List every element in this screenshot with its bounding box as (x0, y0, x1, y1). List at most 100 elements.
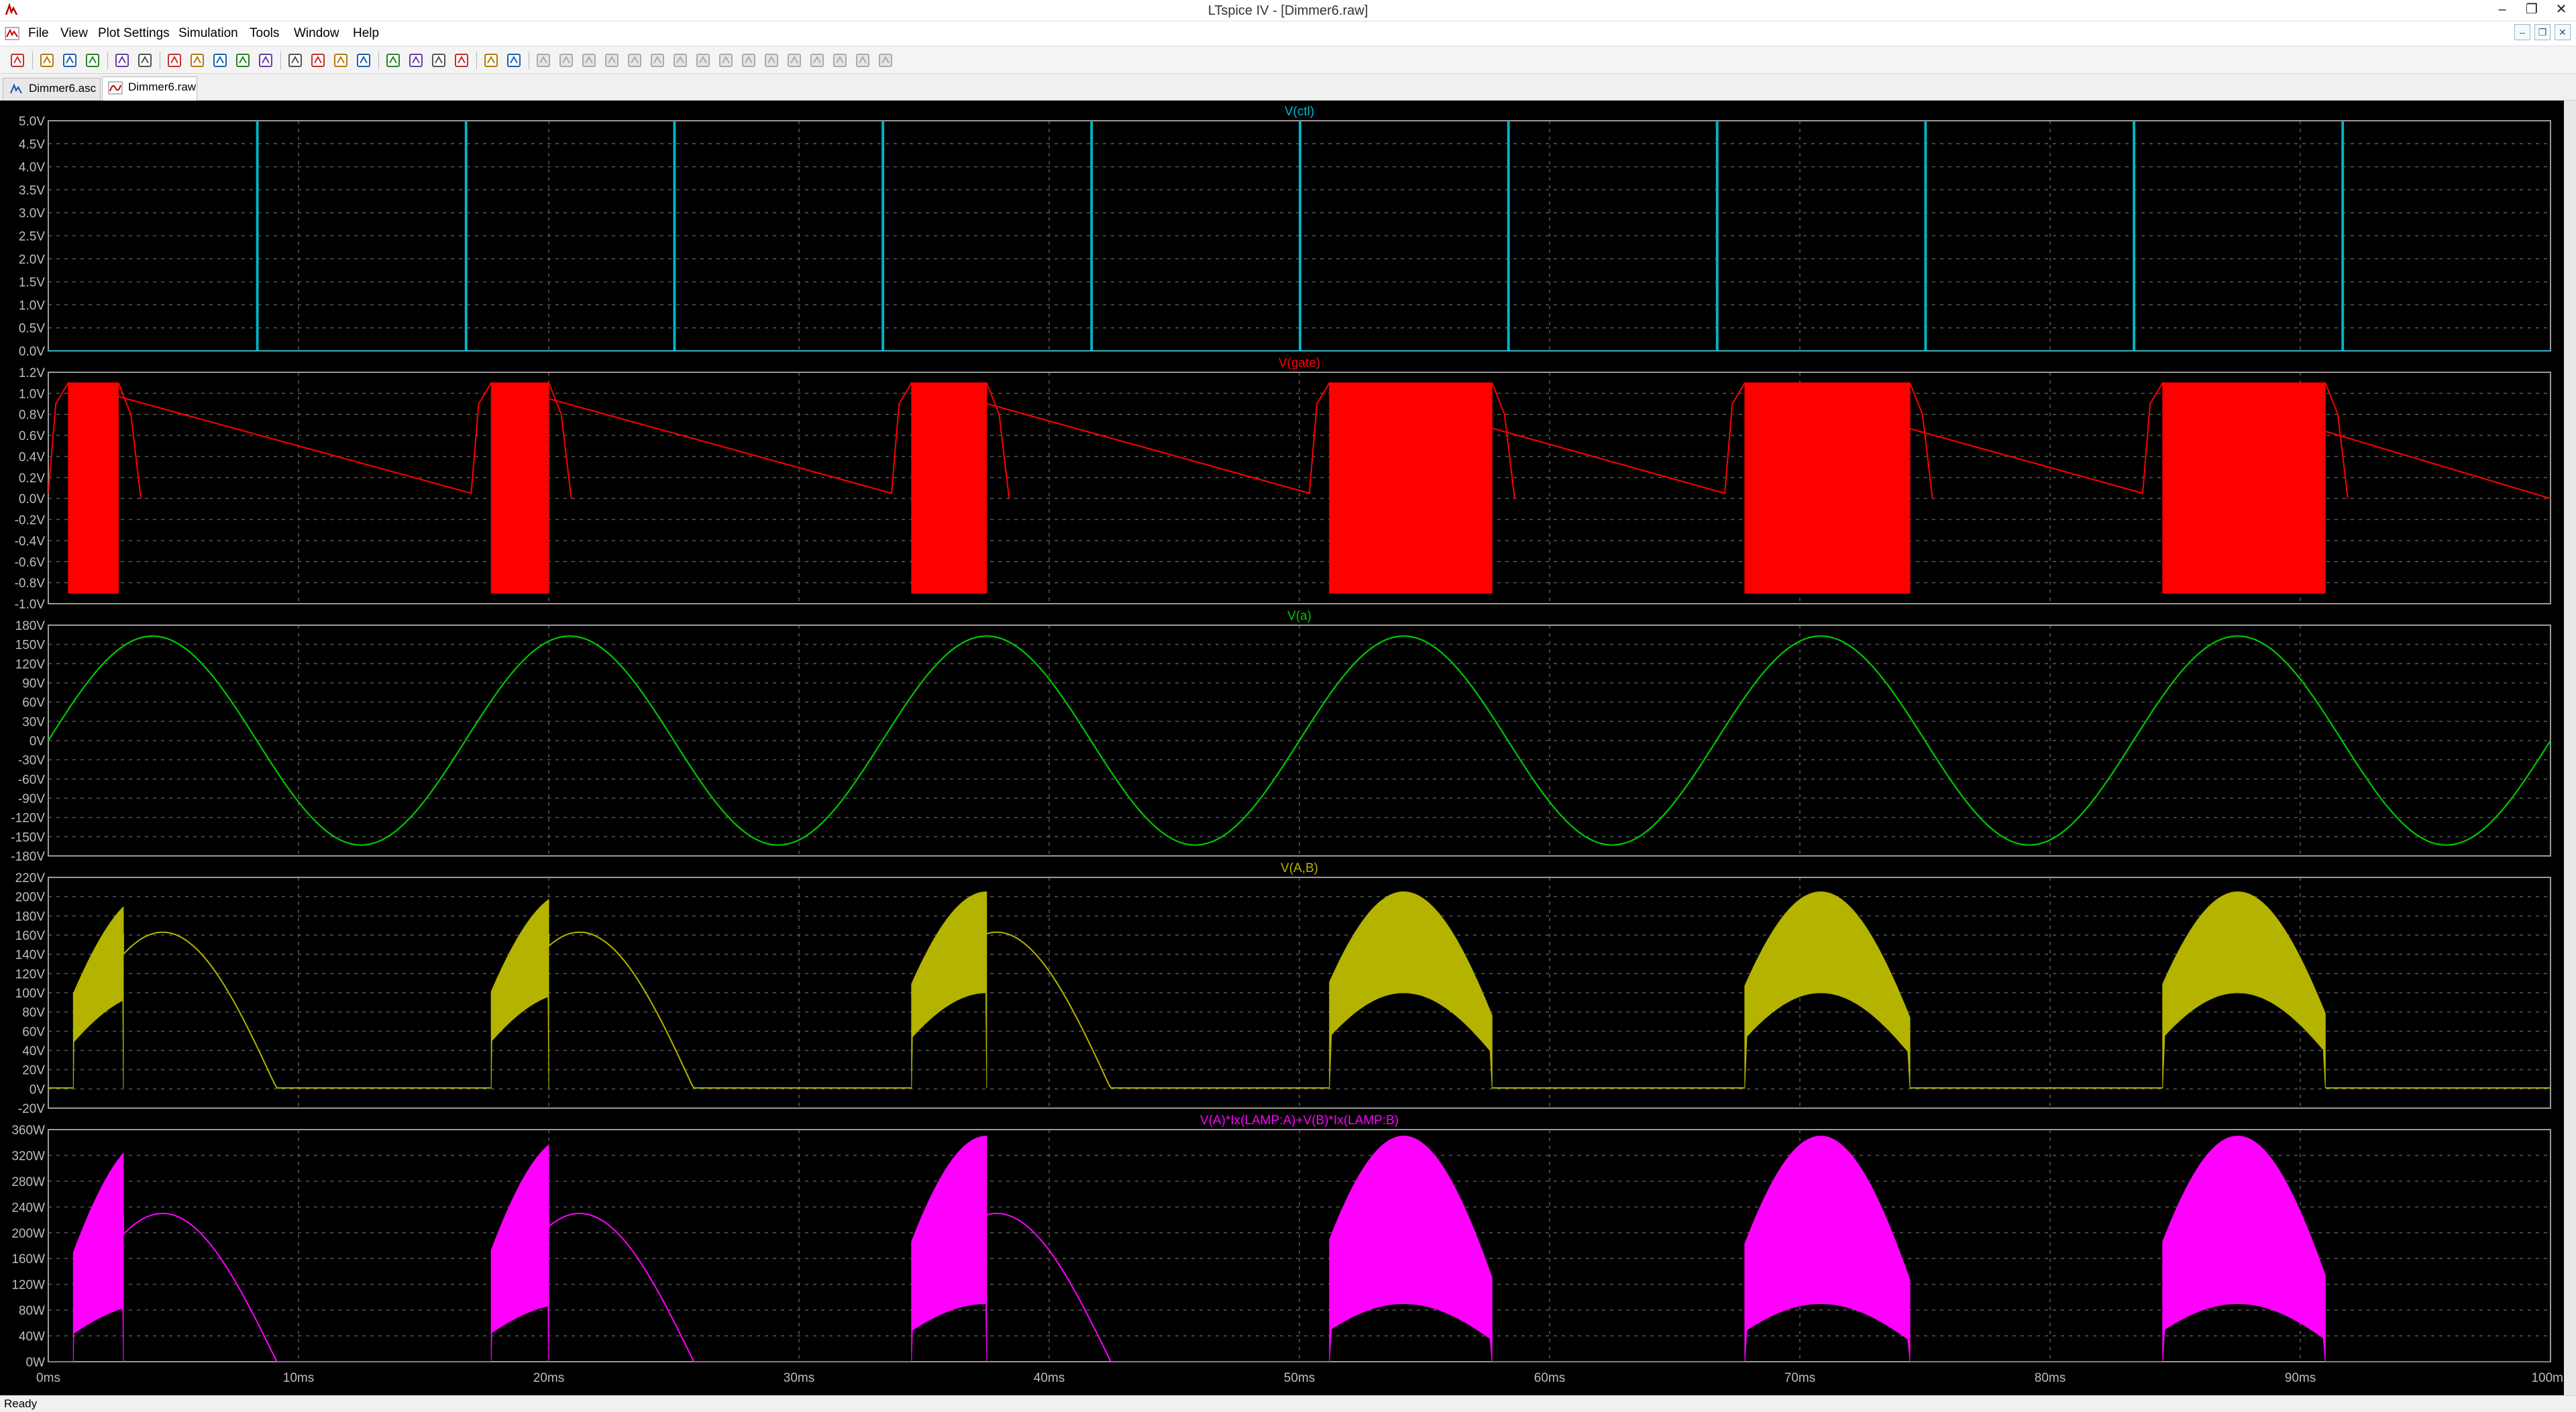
trace-4 (548, 1213, 695, 1362)
y-tick-label: 4.5V (19, 138, 45, 152)
pane-4[interactable]: V(A)*Ix(LAMP:A)+V(B)*Ix(LAMP:B) 360W 320W 2… (11, 1114, 2564, 1385)
y-tick-label: -0.2V (15, 514, 46, 528)
cascade-icon[interactable] (331, 51, 350, 70)
diode-icon[interactable] (671, 51, 690, 70)
mirror-icon[interactable] (830, 51, 849, 70)
ground-icon[interactable] (557, 51, 576, 70)
rotate-icon[interactable] (808, 51, 826, 70)
y-tick-label: 180V (15, 619, 46, 633)
mdi-restore-button[interactable]: ❐ (2534, 24, 2551, 40)
menu-view[interactable]: View (60, 21, 88, 46)
x-tick-label: 30ms (784, 1371, 814, 1385)
y-tick-label: -0.6V (15, 555, 46, 569)
y-tick-label: 4.0V (19, 161, 45, 175)
y-tick-label: 60V (22, 1025, 45, 1039)
redo-icon[interactable] (785, 51, 804, 70)
spice-directive-icon[interactable] (876, 51, 895, 70)
toolbar-separator (280, 52, 281, 69)
y-tick-label: 160W (11, 1252, 45, 1266)
wire-icon[interactable] (534, 51, 553, 70)
drag-icon[interactable] (739, 51, 758, 70)
y-tick-label: 0.2V (19, 472, 45, 486)
trace-1 (2324, 382, 2349, 499)
y-tick-label: 80W (19, 1304, 45, 1318)
pane-3[interactable]: V(A,B) 220V 200V 180V 160V 140V 120V 100V 80V 60V… (15, 861, 2551, 1116)
zoom-fit-icon[interactable] (211, 51, 229, 70)
mdi-minimize-button[interactable]: – (2514, 24, 2530, 40)
label-icon[interactable] (580, 51, 598, 70)
y-tick-label: 80V (22, 1006, 45, 1020)
undo-icon[interactable] (762, 51, 781, 70)
menu-file[interactable]: File (28, 21, 49, 46)
inductor-icon[interactable] (648, 51, 667, 70)
capacitor-icon[interactable] (625, 51, 644, 70)
schematic-icon (10, 83, 22, 94)
close-button[interactable]: ✕ (2546, 0, 2576, 20)
y-tick-label: -150V (11, 830, 45, 845)
pane-title: V(a) (1287, 609, 1311, 623)
save-icon[interactable] (60, 51, 79, 70)
vertical-scrollbar[interactable] (2564, 101, 2576, 1395)
status-bar: Ready (0, 1395, 2576, 1412)
print-preview-icon[interactable] (482, 51, 500, 70)
new-schematic-icon[interactable] (8, 51, 27, 70)
pane-title: V(A)*Ix(LAMP:A)+V(B)*Ix(LAMP:B) (1200, 1114, 1399, 1128)
component-icon[interactable] (694, 51, 712, 70)
autorange-icon[interactable] (256, 51, 275, 70)
menu-tools[interactable]: Tools (250, 21, 279, 46)
trace-fill-3 (490, 899, 549, 1088)
y-tick-label: 120W (11, 1279, 45, 1293)
zoom-out-icon[interactable] (188, 51, 207, 70)
move-icon[interactable] (716, 51, 735, 70)
y-tick-label: -1.0V (15, 598, 46, 612)
tile-horizontal-icon[interactable] (309, 51, 327, 70)
y-tick-label: -90V (18, 792, 45, 806)
zoom-cancel-icon[interactable] (233, 51, 252, 70)
menu-help[interactable]: Help (353, 21, 379, 46)
pane-2[interactable]: V(a) 180V 150V 120V 90V 60V 30V 0V -30V -60V -90V -… (11, 609, 2551, 864)
waveform-viewer[interactable]: V(ctl) 5.0V 4.5V 4.0V 3.5V 3.0V 2.5V 2.0V 1.5V 1.… (0, 101, 2576, 1395)
text-icon[interactable] (853, 51, 872, 70)
trace-fill-3 (1329, 891, 1493, 1088)
trace-fill-1 (2162, 382, 2326, 594)
menu-window[interactable]: Window (294, 21, 339, 46)
y-tick-label: -0.4V (15, 535, 46, 549)
trace-1 (1491, 382, 1515, 499)
run-icon[interactable] (113, 51, 131, 70)
y-tick-label: 360W (11, 1124, 45, 1138)
control-panel-icon[interactable] (83, 51, 102, 70)
restore-button[interactable]: ❐ (2517, 0, 2546, 20)
waveform-icon[interactable] (286, 51, 305, 70)
pane-title: V(gate) (1279, 356, 1320, 370)
find-icon[interactable] (452, 51, 471, 70)
trace-group (48, 891, 2551, 1089)
waveform-plot[interactable]: V(ctl) 5.0V 4.5V 4.0V 3.5V 3.0V 2.5V 2.0V 1.5V 1.… (0, 101, 2564, 1395)
open-icon[interactable] (38, 51, 56, 70)
halt-icon[interactable] (136, 51, 154, 70)
y-tick-label: 0W (26, 1356, 46, 1370)
y-tick-label: -20V (18, 1102, 45, 1116)
tile-vertical-icon[interactable] (354, 51, 373, 70)
tab-dimmer6-asc[interactable]: Dimmer6.asc (3, 78, 101, 99)
menu-plot-settings[interactable]: Plot Settings (98, 21, 170, 46)
mdi-close-button[interactable]: ✕ (2555, 24, 2571, 40)
menu-simulation[interactable]: Simulation (178, 21, 238, 46)
y-tick-label: 2.0V (19, 253, 45, 267)
pane-title: V(A,B) (1281, 861, 1318, 875)
pane-1[interactable]: V(gate) 1.2V 1.0V 0.8V 0.6V 0.4V 0.2V 0.0V -0.2V… (15, 356, 2551, 612)
title-bar: LTspice IV - [Dimmer6.raw] – ❐ ✕ (0, 0, 2576, 21)
y-tick-label: 240W (11, 1201, 45, 1215)
zoom-in-icon[interactable] (165, 51, 184, 70)
cut-icon[interactable] (384, 51, 402, 70)
paste-icon[interactable] (429, 51, 448, 70)
resistor-icon[interactable] (602, 51, 621, 70)
copy-icon[interactable] (407, 51, 425, 70)
minimize-button[interactable]: – (2487, 0, 2517, 20)
y-tick-label: 5.0V (19, 115, 45, 129)
document-menu-icon[interactable] (4, 25, 20, 42)
pane-0[interactable]: V(ctl) 5.0V 4.5V 4.0V 3.5V 3.0V 2.5V 2.0V 1.5V 1.… (19, 105, 2551, 359)
y-tick-label: 0.5V (19, 322, 45, 336)
y-tick-label: 100V (15, 987, 46, 1001)
print-icon[interactable] (504, 51, 523, 70)
tab-dimmer6-raw[interactable]: Dimmer6.raw (102, 76, 197, 101)
